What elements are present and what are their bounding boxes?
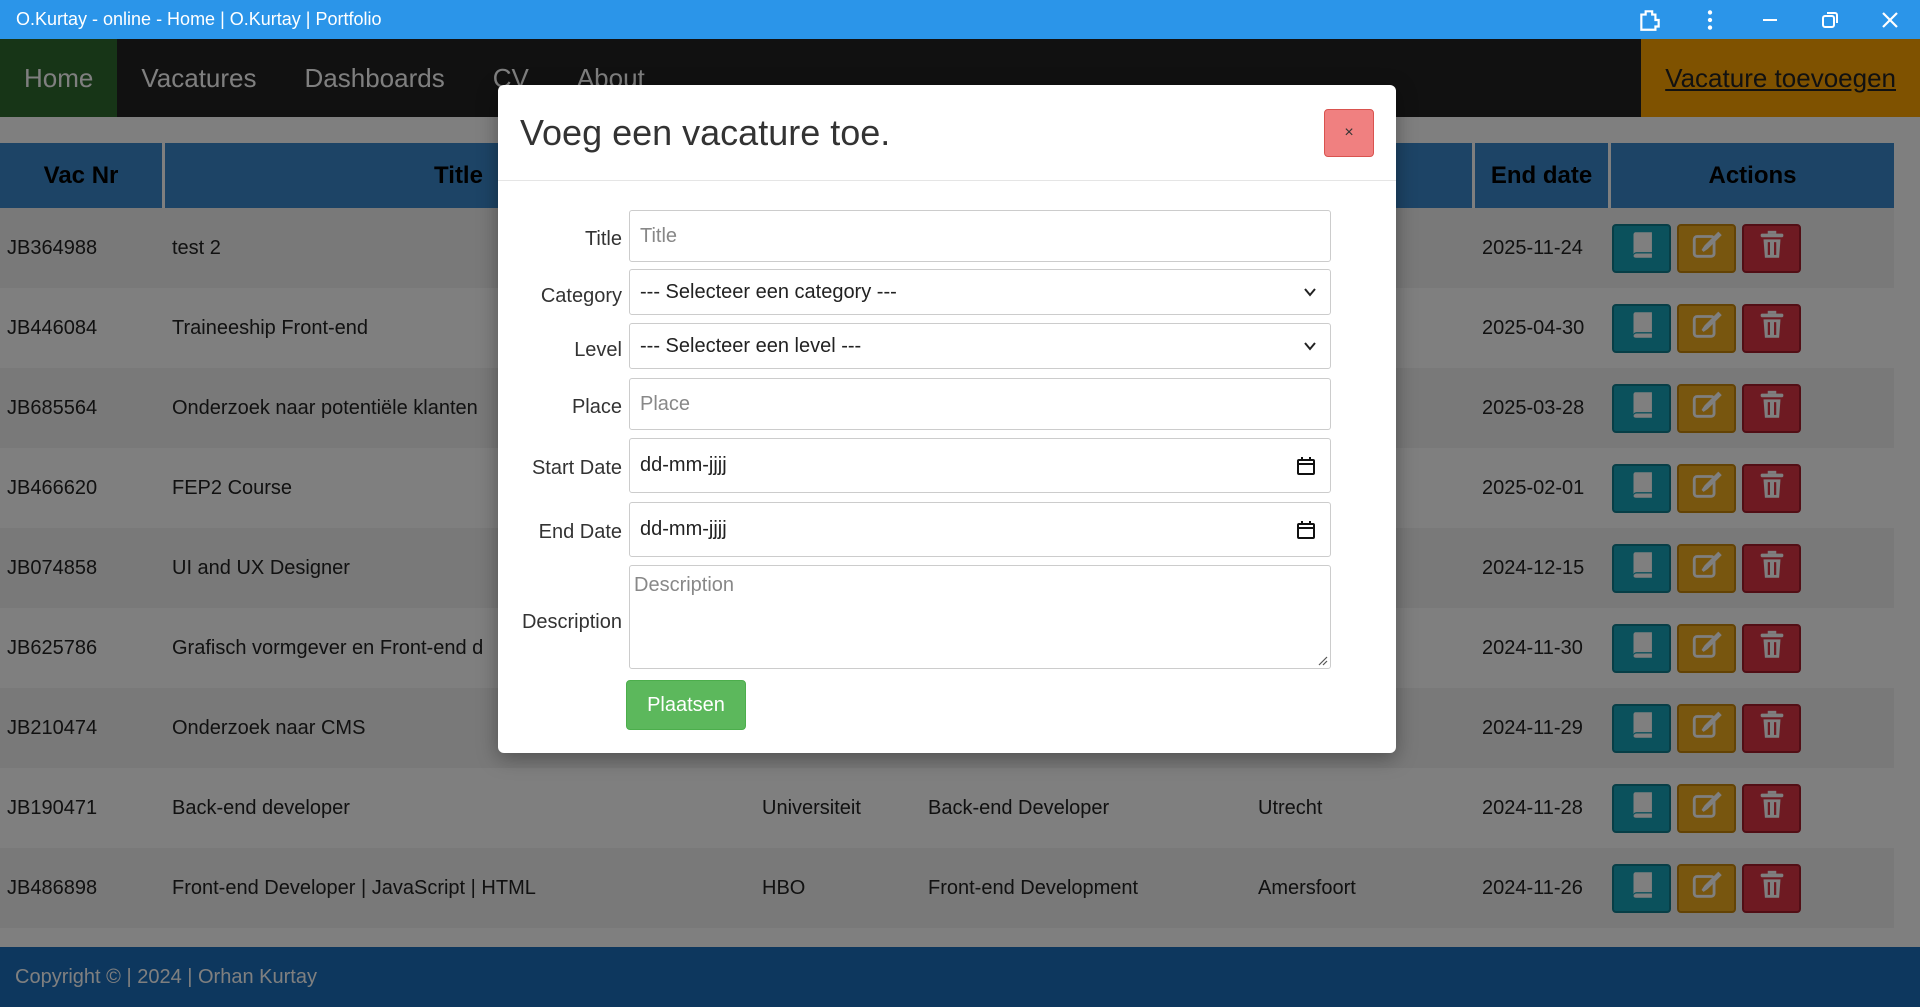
- end-date-input[interactable]: dd-mm-jjjj: [629, 502, 1331, 557]
- chevron-down-icon: [1304, 288, 1316, 297]
- window-title: O.Kurtay - online - Home | O.Kurtay | Po…: [16, 9, 382, 29]
- calendar-icon[interactable]: [1296, 456, 1316, 476]
- description-placeholder: Description: [634, 574, 735, 596]
- category-row: Category --- Selecteer een category ---: [498, 269, 1396, 315]
- level-select-value: --- Selecteer een level ---: [640, 334, 862, 357]
- close-window-icon[interactable]: [1860, 0, 1920, 39]
- end-date-label: End Date: [538, 521, 622, 543]
- title-row: Title Title: [498, 210, 1396, 262]
- more-menu-icon[interactable]: [1680, 0, 1740, 39]
- close-modal-button[interactable]: ×: [1324, 108, 1374, 157]
- submit-button[interactable]: Plaatsen: [626, 680, 746, 730]
- title-label: Title: [584, 227, 622, 250]
- resize-handle-icon[interactable]: [1316, 654, 1328, 666]
- calendar-icon[interactable]: [1296, 520, 1316, 540]
- modal-header: Voeg een vacature toe. ×: [498, 85, 1396, 181]
- restore-icon[interactable]: [1800, 0, 1860, 39]
- category-select[interactable]: --- Selecteer een category ---: [629, 269, 1331, 315]
- level-label: Level: [574, 338, 622, 361]
- place-row: Place Place: [498, 378, 1396, 430]
- modal-title: Voeg een vacature toe.: [520, 111, 891, 153]
- description-label: Description: [521, 610, 622, 633]
- description-textarea[interactable]: Description: [629, 565, 1331, 669]
- window-titlebar: O.Kurtay - online - Home | O.Kurtay | Po…: [0, 0, 1920, 39]
- end-date-value: dd-mm-jjjj: [640, 518, 727, 540]
- end-date-row: End Date dd-mm-jjjj: [498, 502, 1396, 557]
- category-select-value: --- Selecteer een category ---: [640, 280, 897, 303]
- category-label: Category: [540, 284, 622, 307]
- chevron-down-icon: [1304, 342, 1316, 351]
- place-input[interactable]: Place: [629, 378, 1331, 430]
- start-date-label: Start Date: [531, 457, 622, 479]
- title-input[interactable]: Title: [629, 210, 1331, 262]
- extensions-icon[interactable]: [1620, 0, 1680, 39]
- minimize-icon[interactable]: [1740, 0, 1800, 39]
- level-select[interactable]: --- Selecteer een level ---: [629, 323, 1331, 369]
- description-row: Description Description: [498, 565, 1396, 669]
- start-date-value: dd-mm-jjjj: [640, 454, 727, 476]
- start-date-input[interactable]: dd-mm-jjjj: [629, 438, 1331, 493]
- start-date-row: Start Date dd-mm-jjjj: [498, 438, 1396, 493]
- add-vacancy-modal: Voeg een vacature toe. × Title Title Cat…: [498, 85, 1396, 753]
- level-row: Level --- Selecteer een level ---: [498, 323, 1396, 369]
- place-label: Place: [571, 395, 622, 418]
